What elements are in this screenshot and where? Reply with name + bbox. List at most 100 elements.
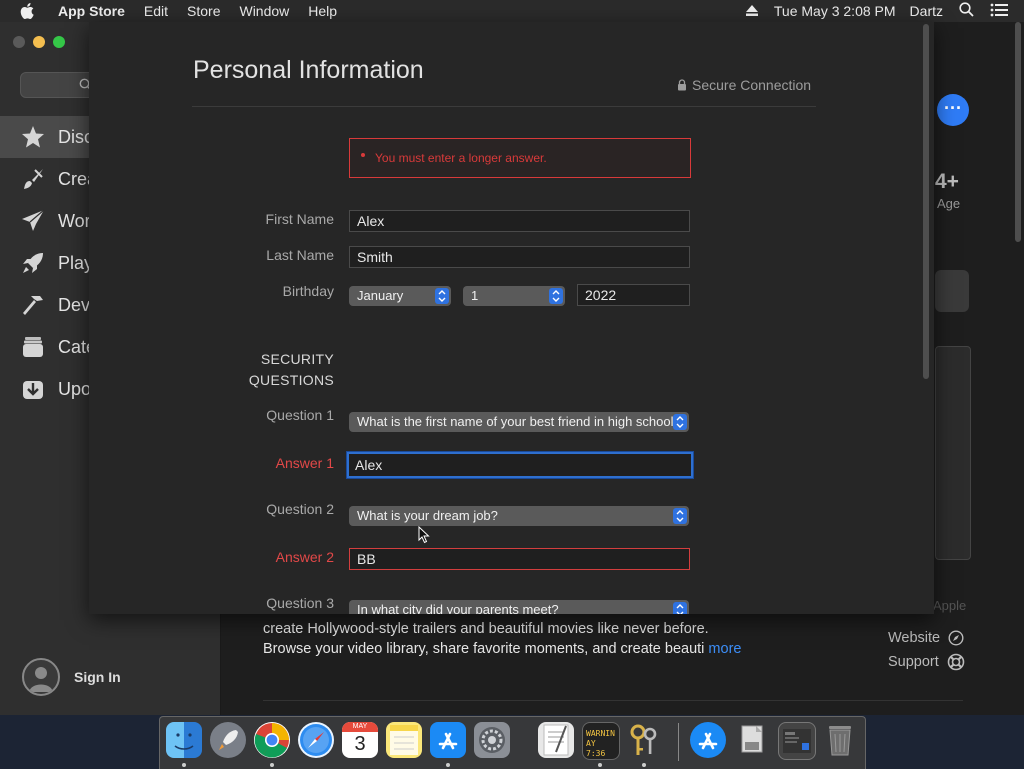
screenshot-thumbnail[interactable] <box>935 346 971 560</box>
app-store-downloads-icon[interactable] <box>690 722 726 758</box>
select-arrows-icon <box>673 602 687 614</box>
personal-information-sheet: Personal Information Secure Connection Y… <box>89 22 934 614</box>
finder-icon[interactable] <box>166 722 202 758</box>
birthday-year-field[interactable] <box>577 284 690 306</box>
sidebar-item-label: Disc <box>58 126 93 147</box>
question-2-label: Question 2 <box>266 501 334 517</box>
downloads-stack-icon[interactable] <box>778 722 816 760</box>
system-preferences-icon[interactable] <box>474 722 510 758</box>
app-store-icon[interactable] <box>430 722 466 758</box>
close-window-button[interactable] <box>13 36 25 48</box>
question-3-select[interactable]: In what city did your parents meet? <box>349 600 689 614</box>
first-name-field[interactable] <box>349 210 690 232</box>
answer-2-label: Answer 2 <box>275 549 334 565</box>
console-text: AY 7:36 <box>586 739 606 758</box>
birthday-month-select[interactable]: January <box>349 286 451 306</box>
question-1-label: Question 1 <box>266 407 334 423</box>
sign-in-label: Sign In <box>74 669 121 685</box>
title-divider <box>192 106 816 107</box>
error-message: You must enter a longer answer. <box>375 151 547 165</box>
launchpad-icon[interactable] <box>210 722 246 758</box>
sidebar-item-label: Wor <box>58 210 91 231</box>
secure-connection-label: Secure Connection <box>692 77 812 93</box>
age-rating: 4+ <box>935 170 959 193</box>
chrome-icon[interactable] <box>254 722 290 758</box>
menu-help[interactable]: Help <box>308 3 337 19</box>
eject-icon[interactable] <box>745 3 758 19</box>
more-options-button[interactable]: ··· <box>937 94 969 126</box>
first-name-label: First Name <box>265 211 334 227</box>
security-questions-heading: SECURITY QUESTIONS <box>229 349 334 391</box>
sheet-scrollbar[interactable] <box>921 24 931 384</box>
birthday-day-select[interactable]: 1 <box>463 286 565 306</box>
age-label: Age <box>937 196 961 211</box>
menu-edit[interactable]: Edit <box>144 3 168 19</box>
textedit-icon[interactable] <box>538 722 574 758</box>
birthday-label: Birthday <box>282 283 334 299</box>
select-arrows-icon <box>673 414 687 430</box>
safari-icon[interactable] <box>298 722 334 758</box>
question-2-value: What is your dream job? <box>357 508 498 523</box>
app-description: create Hollywood-style trailers and beau… <box>263 619 823 659</box>
select-arrows-icon <box>435 288 449 304</box>
calendar-month: MAY <box>342 722 378 732</box>
trash-icon[interactable] <box>822 722 858 758</box>
dock-separator <box>678 723 679 761</box>
calendar-icon[interactable]: MAY 3 <box>342 722 378 758</box>
download-icon <box>20 376 46 402</box>
question-3-label: Question 3 <box>266 595 334 611</box>
security-heading-line: QUESTIONS <box>248 372 334 388</box>
notification-center-icon[interactable] <box>990 3 1008 20</box>
sidebar-item-label: Upo <box>58 378 92 399</box>
description-line: create Hollywood-style trailers and beau… <box>263 621 709 637</box>
compass-icon <box>948 630 964 646</box>
minimize-window-button[interactable] <box>33 36 45 48</box>
select-arrows-icon <box>549 288 563 304</box>
error-message-box: You must enter a longer answer. <box>349 138 691 178</box>
menu-clock[interactable]: Tue May 3 2:08 PM <box>774 3 896 19</box>
sidebar-item-label: Dev <box>58 294 91 315</box>
website-label: Website <box>888 630 941 646</box>
console-icon[interactable]: WARNIN AY 7:36 <box>582 722 620 760</box>
secure-connection-indicator: Secure Connection <box>677 77 811 93</box>
question-1-value: What is the first name of your best frie… <box>357 414 681 429</box>
spotlight-search-icon[interactable] <box>959 2 974 20</box>
menu-user[interactable]: Dartz <box>910 3 943 19</box>
apple-menu-icon[interactable] <box>20 3 40 19</box>
zoom-window-button[interactable] <box>53 36 65 48</box>
birthday-day-value: 1 <box>471 288 479 303</box>
calendar-day: 3 <box>354 733 366 755</box>
brush-icon <box>20 166 46 192</box>
menu-store[interactable]: Store <box>187 3 220 19</box>
info-card <box>935 270 969 312</box>
menu-window[interactable]: Window <box>239 3 289 19</box>
website-link[interactable]: Website <box>888 626 965 650</box>
developer-name: Apple <box>933 598 967 613</box>
divider <box>263 700 963 701</box>
more-link[interactable]: more <box>708 641 741 657</box>
keychain-access-icon[interactable] <box>626 722 662 758</box>
description-line: Browse your video library, share favorit… <box>263 641 705 657</box>
lock-icon <box>678 79 686 91</box>
documents-stack-icon[interactable] <box>734 722 770 758</box>
mouse-pointer-icon <box>418 525 430 549</box>
last-name-field[interactable] <box>349 246 690 268</box>
answer-2-field[interactable] <box>349 548 690 570</box>
question-1-select[interactable]: What is the first name of your best frie… <box>349 412 689 432</box>
answer-1-label: Answer 1 <box>275 455 334 471</box>
support-link[interactable]: Support <box>888 650 965 674</box>
page-title: Personal Information <box>193 56 424 84</box>
sign-in-button[interactable]: Sign In <box>22 658 121 696</box>
notes-icon[interactable] <box>386 722 422 758</box>
answer-1-field[interactable] <box>347 452 693 478</box>
question-2-select[interactable]: What is your dream job? <box>349 506 689 526</box>
sidebar-item-label: Play <box>58 252 94 273</box>
last-name-label: Last Name <box>266 247 334 263</box>
rocket-icon <box>20 250 46 276</box>
paper-plane-icon <box>20 208 46 234</box>
menu-app-name[interactable]: App Store <box>58 3 125 19</box>
menu-bar: App Store Edit Store Window Help Tue May… <box>0 0 1024 22</box>
main-scrollbar[interactable] <box>1015 22 1023 242</box>
dock: MAY 3 WARNIN AY 7:36 <box>159 716 866 769</box>
select-arrows-icon <box>673 508 687 524</box>
